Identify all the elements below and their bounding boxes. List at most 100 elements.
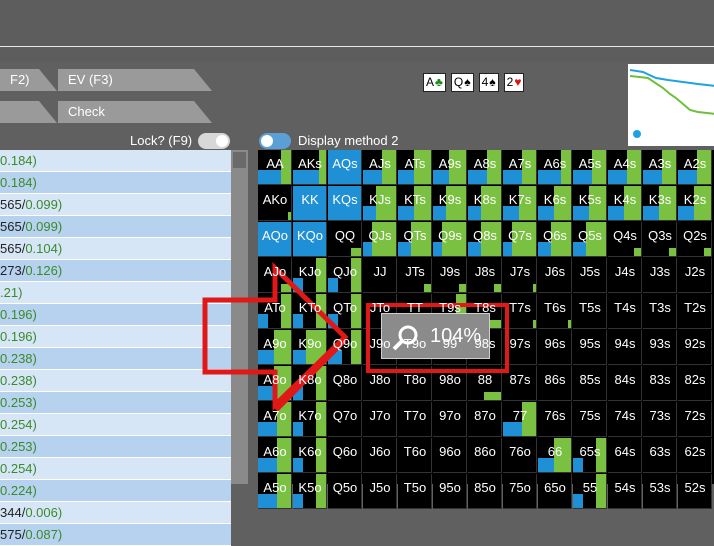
hand-label: 88 <box>477 372 493 387</box>
hand-label: ATo <box>264 300 286 315</box>
hand-label: J8o <box>369 372 391 387</box>
hand-cell[interactable]: 55 <box>573 474 607 509</box>
hand-cell[interactable]: 52s <box>678 474 712 509</box>
hand-label: AJs <box>369 156 391 171</box>
hand-label: J4s <box>614 264 636 279</box>
hand-label: Q4s <box>613 228 637 243</box>
hand-label: J6s <box>544 264 566 279</box>
hand-label: 75o <box>509 480 531 495</box>
hand-cell[interactable]: 65o <box>538 474 572 509</box>
hand-label: KK <box>301 192 319 207</box>
hand-cell[interactable]: 75o <box>503 474 537 509</box>
list-item[interactable]: 344/0.006) <box>0 502 231 524</box>
hand-label: J6o <box>369 444 391 459</box>
hand-label: JTs <box>405 264 425 279</box>
hand-label: A5s <box>578 156 602 171</box>
hand-label: TT <box>407 300 423 315</box>
hand-label: K5s <box>578 192 602 207</box>
hand-label: AQs <box>332 156 358 171</box>
hand-cell[interactable]: 95o <box>433 474 467 509</box>
hand-label: K2s <box>683 192 707 207</box>
bet-frequency-bar <box>258 494 279 508</box>
hand-label: AQo <box>261 228 288 243</box>
hand-label: KJo <box>298 264 322 279</box>
hand-label: ATs <box>404 156 426 171</box>
hand-label: A8s <box>473 156 497 171</box>
hand-label: K8o <box>298 372 322 387</box>
hand-label: Q2s <box>683 228 707 243</box>
hand-cell[interactable]: 54s <box>608 474 642 509</box>
hand-label: K9o <box>298 336 322 351</box>
hand-label: T5s <box>579 300 601 315</box>
hand-label: A9s <box>438 156 462 171</box>
hand-label: Q7s <box>508 228 532 243</box>
hand-label: T8o <box>403 372 427 387</box>
hand-label: A8o <box>263 372 287 387</box>
hand-cell[interactable]: J5o <box>363 474 397 509</box>
hand-label: T5o <box>403 480 427 495</box>
bet-frequency-bar <box>573 494 584 508</box>
hand-label: J3s <box>649 264 671 279</box>
hand-cell[interactable]: K5o <box>293 474 327 509</box>
hand-label: 98o <box>439 372 461 387</box>
hand-label: J9o <box>369 336 391 351</box>
hand-label: K6o <box>298 444 322 459</box>
hand-label: 55 <box>582 480 598 495</box>
hand-label: 97o <box>439 408 461 423</box>
hand-label: 93s <box>649 336 671 351</box>
hand-label: A3s <box>648 156 672 171</box>
hand-label: J9s <box>439 264 461 279</box>
hand-label: Q3s <box>648 228 672 243</box>
hand-label: 77 <box>512 408 528 423</box>
hand-label: J8s <box>474 264 496 279</box>
hand-label: 85s <box>579 372 601 387</box>
hand-label: 95o <box>439 480 461 495</box>
hand-label: 85o <box>474 480 496 495</box>
hand-label: T3s <box>649 300 671 315</box>
hand-label: A7s <box>508 156 532 171</box>
hand-cell[interactable]: Q5o <box>328 474 362 509</box>
hand-label: A7o <box>263 408 287 423</box>
hand-label: J2s <box>684 264 706 279</box>
list-item[interactable]: 575/0.087) <box>0 524 231 546</box>
hand-cell[interactable]: 85o <box>468 474 502 509</box>
hand-label: 66 <box>547 444 563 459</box>
hand-label: 87s <box>509 372 531 387</box>
hand-label: 94s <box>614 336 636 351</box>
hand-label: K6s <box>543 192 567 207</box>
hand-label: 84s <box>614 372 636 387</box>
hand-label: Q6s <box>543 228 567 243</box>
hand-label: AKo <box>262 192 288 207</box>
hand-label: T9s <box>439 300 461 315</box>
hand-label: JTo <box>369 300 391 315</box>
list-value-a: 344/ <box>0 505 26 520</box>
hand-label: 99 <box>442 336 458 351</box>
hand-label: AA <box>266 156 284 171</box>
hand-cell[interactable]: T5o <box>398 474 432 509</box>
hand-label: T6s <box>544 300 566 315</box>
hand-label: KJs <box>369 192 391 207</box>
hand-label: 63s <box>649 444 671 459</box>
hand-label: 83s <box>649 372 671 387</box>
hand-cell[interactable]: A5o <box>258 474 292 509</box>
hand-label: JJ <box>373 264 387 279</box>
hand-label: 62s <box>684 444 706 459</box>
hand-label: A4s <box>613 156 637 171</box>
hand-label: QJs <box>368 228 392 243</box>
hand-label: K3s <box>648 192 672 207</box>
hand-label: 73s <box>649 408 671 423</box>
hand-label: J7o <box>369 408 391 423</box>
hand-label: 86s <box>544 372 566 387</box>
hand-label: AJo <box>263 264 287 279</box>
hand-label: QTs <box>403 228 427 243</box>
hand-label: 75s <box>579 408 601 423</box>
hand-label: Q6o <box>332 444 358 459</box>
hand-label: 72s <box>684 408 706 423</box>
hand-label: J7s <box>509 264 531 279</box>
hand-label: 52s <box>684 480 706 495</box>
hand-label: QJo <box>333 264 357 279</box>
hand-label: K9s <box>438 192 462 207</box>
hand-label: J5o <box>369 480 391 495</box>
hand-label: 53s <box>649 480 671 495</box>
hand-cell[interactable]: 53s <box>643 474 677 509</box>
